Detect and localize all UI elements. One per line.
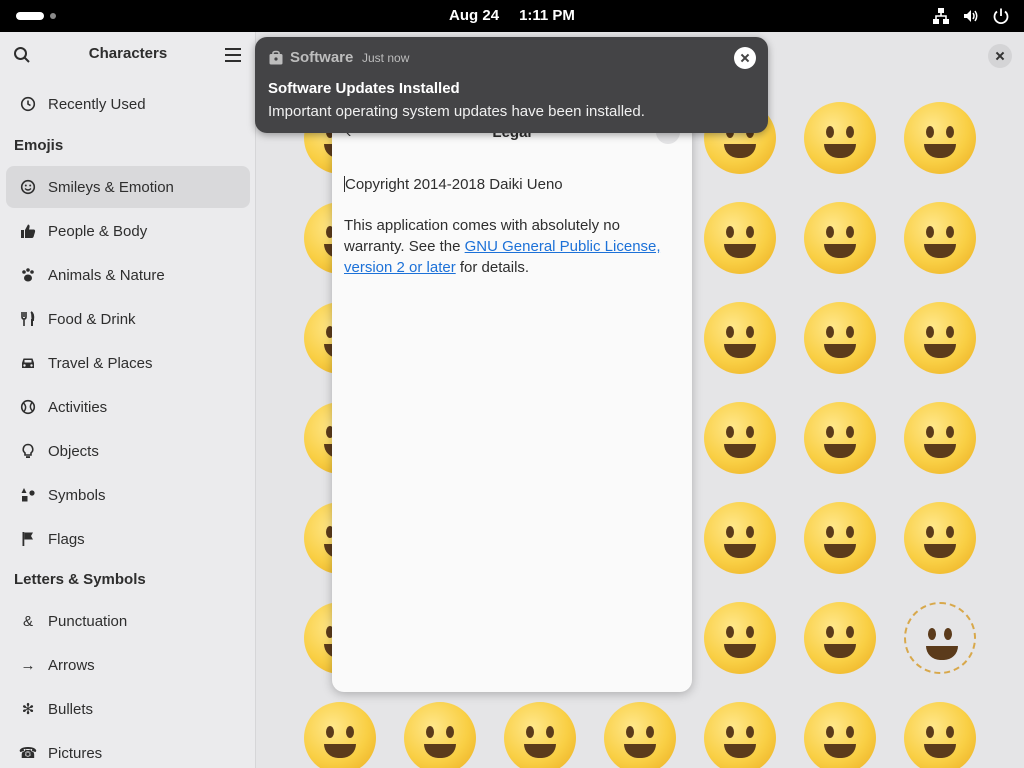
arrow-icon: →: [20, 656, 36, 674]
flag-icon: [18, 529, 38, 549]
warranty-post: for details.: [455, 259, 530, 276]
emoji-cell[interactable]: [804, 602, 876, 674]
fork-knife-icon: [18, 309, 38, 329]
emoji-cell[interactable]: [804, 202, 876, 274]
sidebar-item-label: Pictures: [48, 744, 103, 762]
sidebar-item-label: Flags: [48, 530, 85, 548]
smiley-icon: [18, 177, 38, 197]
sidebar-header: Characters: [0, 32, 255, 78]
phone-icon: ☎: [18, 745, 38, 762]
sidebar-item-label: People & Body: [48, 222, 148, 240]
top-bar: Aug 24 1:11 PM: [0, 0, 1024, 32]
emoji-cell[interactable]: [904, 502, 976, 574]
emoji-cell[interactable]: [704, 702, 776, 768]
clock: Aug 24 1:11 PM: [0, 0, 1024, 32]
notification-banner[interactable]: Software Just now Software Updates Insta…: [255, 37, 768, 133]
sidebar-item-label: Arrows: [48, 656, 95, 674]
ball-icon: [18, 397, 38, 417]
sidebar-item-food[interactable]: Food & Drink: [6, 298, 250, 340]
sidebar-item-symbols[interactable]: Symbols: [6, 474, 250, 516]
sidebar-item-label: Animals & Nature: [48, 266, 165, 284]
emoji-cell[interactable]: [904, 402, 976, 474]
sidebar-item-label: Travel & Places: [48, 354, 153, 372]
emoji-cell[interactable]: [404, 702, 476, 768]
sidebar-item-flags[interactable]: Flags: [6, 518, 250, 560]
volume-icon: [964, 10, 978, 22]
sidebar-item-label: Bullets: [48, 700, 94, 718]
system-tray[interactable]: [932, 6, 1010, 26]
notification-title: Software Updates Installed: [268, 80, 460, 97]
workspace-dot[interactable]: [50, 13, 56, 19]
activities-indicator[interactable]: [16, 12, 44, 20]
emoji-cell[interactable]: [704, 302, 776, 374]
clock-time[interactable]: 1:11 PM: [519, 7, 575, 24]
section-emojis: Emojis: [14, 137, 64, 154]
sidebar-item-label: Punctuation: [48, 612, 128, 630]
emoji-cell[interactable]: [904, 702, 976, 768]
sidebar-item-label: Food & Drink: [48, 310, 136, 328]
sidebar-item-pictures[interactable]: ☎ Pictures: [6, 732, 250, 768]
warranty-text: This application comes with absolutely n…: [344, 215, 680, 278]
emoji-cell[interactable]: [704, 602, 776, 674]
emoji-cell[interactable]: [904, 102, 976, 174]
lightbulb-icon: [18, 441, 38, 461]
sidebar-item-animals[interactable]: Animals & Nature: [6, 254, 250, 296]
app-title: Characters: [88, 45, 168, 62]
notification-app-name: Software: [290, 49, 354, 66]
close-icon[interactable]: [988, 44, 1012, 68]
emoji-cell[interactable]: [904, 302, 976, 374]
emoji-cell[interactable]: [804, 502, 876, 574]
bullet-icon: ✻: [21, 701, 35, 718]
sidebar-item-arrows[interactable]: → Arrows: [6, 644, 250, 686]
emoji-cell[interactable]: [504, 702, 576, 768]
emoji-cell[interactable]: [904, 202, 976, 274]
emoji-cell[interactable]: [304, 702, 376, 768]
sidebar: Characters Recently Used Emojis Smileys …: [0, 32, 256, 768]
emoji-cell[interactable]: [804, 102, 876, 174]
sidebar-item-people[interactable]: People & Body: [6, 210, 250, 252]
sidebar-item-label: Smileys & Emotion: [48, 178, 174, 196]
copyright-line[interactable]: Copyright 2014-2018 Daiki Ueno: [344, 174, 680, 195]
emoji-cell[interactable]: [704, 502, 776, 574]
sidebar-item-label: Symbols: [48, 486, 106, 504]
sidebar-item-label: Recently Used: [48, 95, 146, 113]
sidebar-item-label: Objects: [48, 442, 99, 460]
symbols-icon: [18, 485, 38, 505]
emoji-cell[interactable]: [704, 202, 776, 274]
legal-dialog: ‹ Legal Copyright 2014-2018 Daiki Ueno T…: [332, 112, 692, 692]
notification-close-icon[interactable]: [734, 47, 756, 69]
notification-body: Important operating system updates have …: [268, 103, 645, 120]
emoji-cell[interactable]: [804, 302, 876, 374]
sidebar-item-bullets[interactable]: ✻ Bullets: [6, 688, 250, 730]
sidebar-item-label: Activities: [48, 398, 108, 416]
sidebar-item-travel[interactable]: Travel & Places: [6, 342, 250, 384]
thumbs-up-icon: [18, 221, 38, 241]
emoji-cell[interactable]: [904, 602, 976, 674]
copyright-text: Copyright 2014-2018 Daiki Ueno: [345, 176, 563, 193]
section-letters-symbols: Letters & Symbols: [14, 571, 146, 588]
sidebar-item-punctuation[interactable]: & Punctuation: [6, 600, 250, 642]
clock-icon: [18, 94, 38, 114]
notification-time: Just now: [362, 51, 410, 65]
clock-date[interactable]: Aug 24: [449, 7, 499, 24]
emoji-cell[interactable]: [804, 702, 876, 768]
power-icon: [993, 8, 1009, 25]
sidebar-item-objects[interactable]: Objects: [6, 430, 250, 472]
sidebar-item-smileys[interactable]: Smileys & Emotion: [6, 166, 250, 208]
emoji-cell[interactable]: [704, 402, 776, 474]
emoji-cell[interactable]: [804, 402, 876, 474]
dialog-body: Copyright 2014-2018 Daiki Ueno This appl…: [344, 174, 680, 298]
car-icon: [18, 353, 38, 373]
sidebar-item-recently-used[interactable]: Recently Used: [6, 83, 250, 125]
hamburger-menu-icon[interactable]: [225, 48, 241, 62]
network-icon: [933, 8, 949, 24]
paw-icon: [18, 265, 38, 285]
software-bag-icon: [269, 50, 283, 65]
emoji-cell[interactable]: [604, 702, 676, 768]
ampersand-icon: &: [22, 612, 33, 630]
sidebar-item-activities[interactable]: Activities: [6, 386, 250, 428]
